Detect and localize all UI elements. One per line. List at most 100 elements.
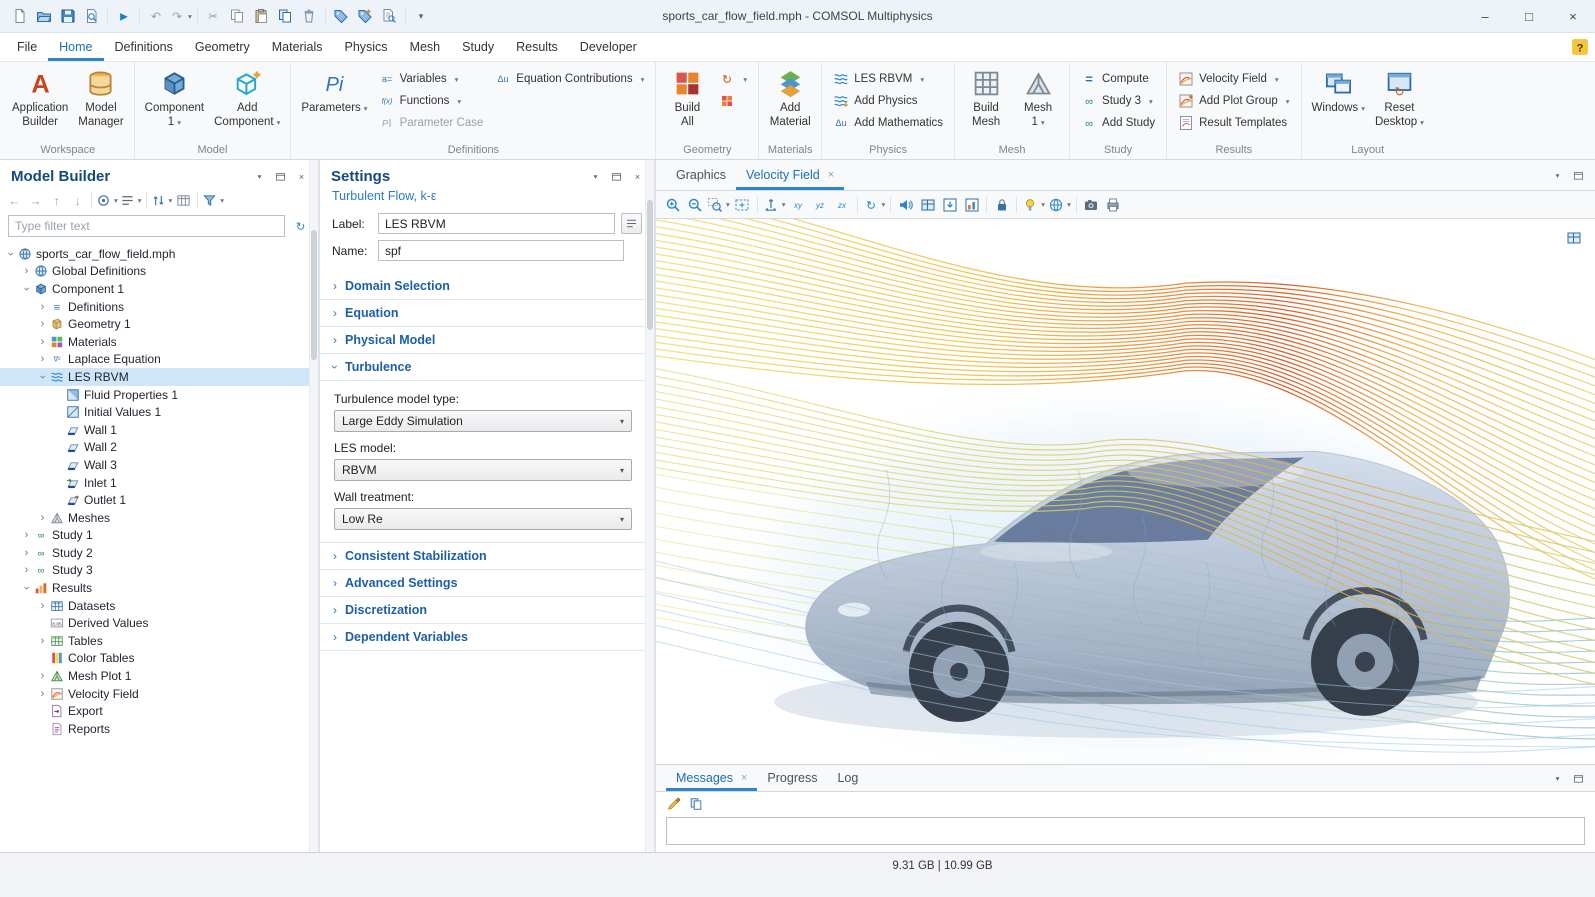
columns-button[interactable]: [173, 189, 194, 211]
ribbon-add-component-button[interactable]: Add Component▾: [210, 64, 284, 131]
zoom-extents-button[interactable]: ▾: [706, 193, 731, 216]
new-file-button[interactable]: [8, 4, 31, 28]
ribbon-geometry-grid-button[interactable]: [716, 92, 750, 110]
section-consistent-stabilization-header[interactable]: ›Consistent Stabilization: [320, 543, 654, 570]
ribbon-parameter-case-button[interactable]: PParameter Case: [376, 114, 487, 132]
tree-item-laplace-equation[interactable]: ›∇²Laplace Equation: [0, 351, 318, 369]
tree-item-wall-3[interactable]: ›Wall 3: [0, 456, 318, 474]
expand-icon[interactable]: ›: [20, 547, 33, 559]
float-button[interactable]: [1569, 166, 1587, 184]
lock-button[interactable]: [991, 193, 1012, 216]
messages-tab-log[interactable]: Log: [827, 765, 868, 791]
view-xy-button[interactable]: xy: [788, 193, 809, 216]
ribbon-add-plot-group-button[interactable]: Add Plot Group▾: [1175, 92, 1292, 110]
copy-button[interactable]: [226, 4, 249, 28]
scene-light-button[interactable]: ▾: [1021, 193, 1046, 216]
les-model-select[interactable]: RBVM▾: [334, 459, 632, 481]
redo-button[interactable]: ↷▾: [168, 4, 193, 28]
ribbon-rebuild-button[interactable]: ↻▾: [716, 70, 750, 88]
tree-item-study-3[interactable]: ›∞Study 3: [0, 562, 318, 580]
tree-item-les-rbvm[interactable]: ›LES RBVM: [0, 368, 318, 386]
paste-button[interactable]: [250, 4, 273, 28]
scrollbar-thumb[interactable]: [647, 200, 653, 330]
preview-button[interactable]: [80, 4, 103, 28]
tree-item-tables[interactable]: ›Tables: [0, 632, 318, 650]
forward-button[interactable]: →: [25, 189, 46, 211]
tree-item-sports-car-flow-field-mph[interactable]: ›sports_car_flow_field.mph: [0, 245, 318, 263]
tree-item-fluid-properties-1[interactable]: ›Fluid Properties 1: [0, 386, 318, 404]
menu-tab-developer[interactable]: Developer: [569, 33, 648, 61]
expand-icon[interactable]: ›: [36, 353, 49, 365]
scrollbar-thumb[interactable]: [311, 230, 317, 360]
tree-item-outlet-1[interactable]: ›Outlet 1: [0, 491, 318, 509]
close-button[interactable]: ×: [1551, 0, 1595, 32]
ribbon-build-all-button[interactable]: Build All: [662, 64, 712, 131]
ribbon-compute-button[interactable]: =Compute: [1078, 70, 1158, 88]
graphics-tab-velocity-field[interactable]: Velocity Field×: [736, 160, 844, 190]
environment-button[interactable]: ▾: [1047, 193, 1072, 216]
zoom-in-button[interactable]: [662, 193, 683, 216]
ribbon-build-mesh-button[interactable]: Build Mesh: [961, 64, 1011, 131]
ribbon-study-3-button[interactable]: ∞Study 3▾: [1078, 92, 1158, 110]
close-tab-icon[interactable]: ×: [741, 772, 747, 784]
tree-item-meshes[interactable]: ›Meshes: [0, 509, 318, 527]
zoom-out-button[interactable]: [684, 193, 705, 216]
show-button[interactable]: ▾: [95, 189, 119, 211]
tree-item-velocity-field[interactable]: ›Velocity Field: [0, 685, 318, 703]
tag-button[interactable]: [330, 4, 353, 28]
close-panel-button[interactable]: ×: [628, 167, 646, 185]
minimize-button[interactable]: –: [1463, 0, 1507, 32]
scrollbar[interactable]: [309, 160, 318, 852]
collapse-icon[interactable]: ›: [21, 582, 33, 595]
single-plot-button[interactable]: [961, 193, 982, 216]
tree-item-derived-values[interactable]: ›8,85Derived Values: [0, 614, 318, 632]
tree-item-results[interactable]: ›Results: [0, 579, 318, 597]
close-panel-button[interactable]: ×: [292, 167, 310, 185]
menu-tab-physics[interactable]: Physics: [333, 33, 398, 61]
ribbon-component-1-button[interactable]: Component 1▾: [141, 64, 208, 131]
collapse-icon[interactable]: ›: [5, 247, 17, 260]
section-domain-selection-header[interactable]: ›Domain Selection: [320, 273, 654, 300]
ribbon-functions-button[interactable]: f(x)Functions▾: [376, 92, 487, 110]
open-button[interactable]: [32, 4, 55, 28]
tree-item-datasets[interactable]: ›Datasets: [0, 597, 318, 615]
update-button[interactable]: ↻▾: [862, 193, 887, 216]
expand-icon[interactable]: ›: [20, 265, 33, 277]
panel-menu-button[interactable]: ▾: [1548, 769, 1566, 787]
menu-tab-materials[interactable]: Materials: [261, 33, 334, 61]
tree-item-study-2[interactable]: ›∞Study 2: [0, 544, 318, 562]
tree-item-geometry-1[interactable]: ›Geometry 1: [0, 315, 318, 333]
node-text-button[interactable]: ▾: [119, 189, 143, 211]
physics-interface-link[interactable]: Turbulent Flow, k-ε: [320, 189, 654, 203]
ribbon-velocity-field-button[interactable]: Velocity Field▾: [1175, 70, 1292, 88]
copy-blue-button[interactable]: [686, 794, 706, 814]
undo-button[interactable]: ↶: [144, 4, 167, 28]
expand-icon[interactable]: ›: [36, 512, 49, 524]
wall-treatment-select[interactable]: Low Re▾: [334, 508, 632, 530]
ribbon-add-physics-button[interactable]: Add Physics: [830, 92, 946, 110]
tree-item-definitions[interactable]: ›≡Definitions: [0, 298, 318, 316]
messages-tab-progress[interactable]: Progress: [757, 765, 827, 791]
expand-icon[interactable]: ›: [36, 670, 49, 682]
tree-item-global-definitions[interactable]: ›Global Definitions: [0, 263, 318, 281]
section-equation-header[interactable]: ›Equation: [320, 300, 654, 327]
tree-item-wall-2[interactable]: ›Wall 2: [0, 439, 318, 457]
ribbon-windows-button[interactable]: Windows▾: [1308, 64, 1369, 117]
section-turbulence-header[interactable]: ›Turbulence: [320, 354, 654, 381]
print-button[interactable]: [1103, 193, 1124, 216]
ribbon-application-builder-button[interactable]: AApplication Builder: [8, 64, 72, 131]
view-zx-button[interactable]: zx: [832, 193, 853, 216]
tree-item-export[interactable]: ›Export: [0, 702, 318, 720]
filter-input[interactable]: [8, 215, 285, 237]
ribbon-add-material-button[interactable]: Add Material: [765, 64, 815, 131]
section-physical-model-header[interactable]: ›Physical Model: [320, 327, 654, 354]
cut-button[interactable]: ✂: [202, 4, 225, 28]
collapse-icon[interactable]: ›: [37, 370, 49, 383]
collapse-icon[interactable]: ›: [21, 282, 33, 295]
messages-tab-messages[interactable]: Messages×: [666, 765, 757, 791]
scrollbar[interactable]: [645, 160, 654, 852]
run-button[interactable]: ▶: [112, 4, 135, 28]
tree-item-initial-values-1[interactable]: ›Initial Values 1: [0, 403, 318, 421]
goto-view-button[interactable]: ▾: [762, 193, 787, 216]
expand-icon[interactable]: ›: [36, 318, 49, 330]
